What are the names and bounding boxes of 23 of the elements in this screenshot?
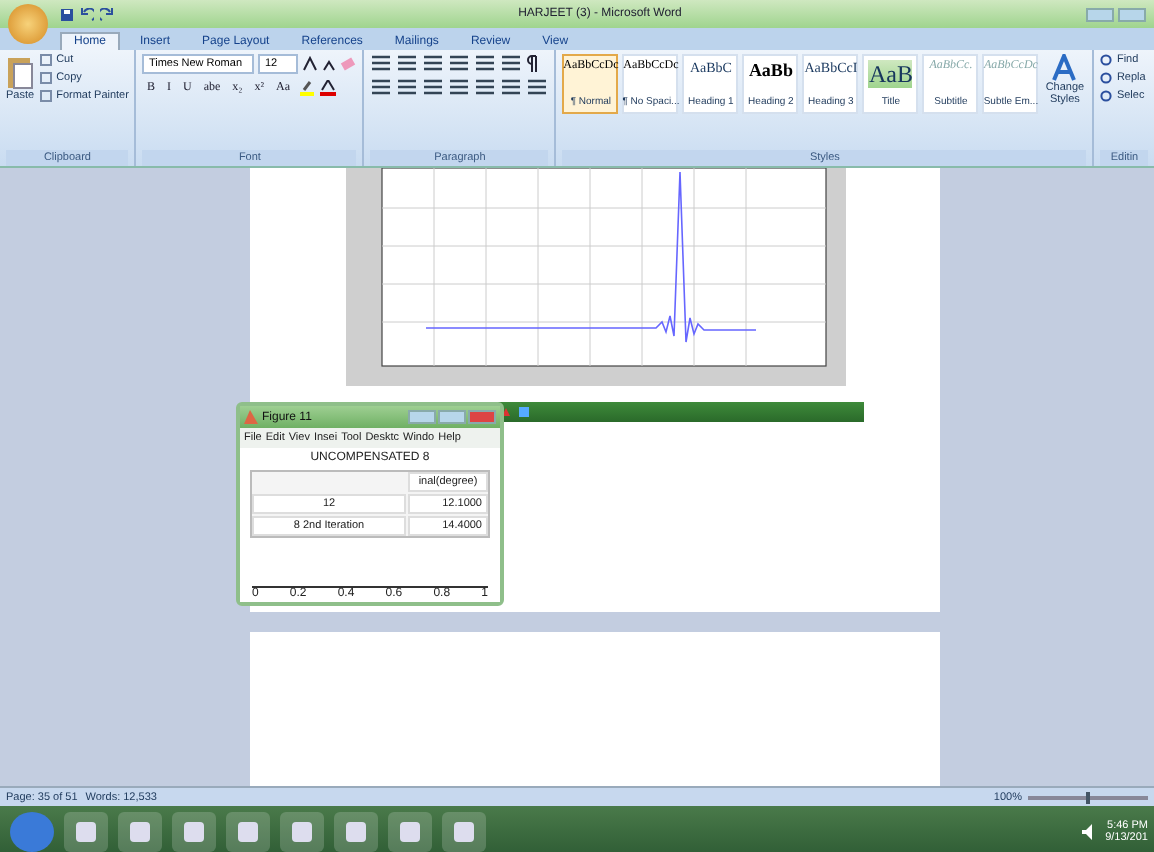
redo-icon[interactable] xyxy=(100,7,114,21)
clipboard-icon xyxy=(6,54,35,90)
taskbar-button[interactable] xyxy=(334,811,378,851)
grow-font-icon[interactable] xyxy=(302,56,319,72)
save-icon[interactable] xyxy=(60,7,74,21)
square-icon xyxy=(40,54,53,66)
volume-icon[interactable] xyxy=(1081,823,1098,839)
letter-a-icon xyxy=(1052,54,1077,82)
highlighter-icon[interactable] xyxy=(298,80,317,96)
taskbar-button[interactable] xyxy=(226,811,270,851)
taskbar-button[interactable] xyxy=(172,811,216,851)
shrink-font-icon[interactable] xyxy=(322,57,337,71)
start-button[interactable] xyxy=(10,811,54,851)
square-icon xyxy=(40,90,53,102)
taskbar-button[interactable] xyxy=(280,811,324,851)
pilcrow-icon[interactable] xyxy=(526,54,541,72)
taskbar-button[interactable] xyxy=(442,811,486,851)
taskbar-button[interactable] xyxy=(118,811,162,851)
taskbar-button[interactable] xyxy=(388,811,432,851)
square-icon xyxy=(40,72,53,84)
font-color-icon[interactable] xyxy=(320,80,337,96)
taskbar-button[interactable] xyxy=(64,811,108,851)
undo-icon[interactable] xyxy=(80,7,94,21)
